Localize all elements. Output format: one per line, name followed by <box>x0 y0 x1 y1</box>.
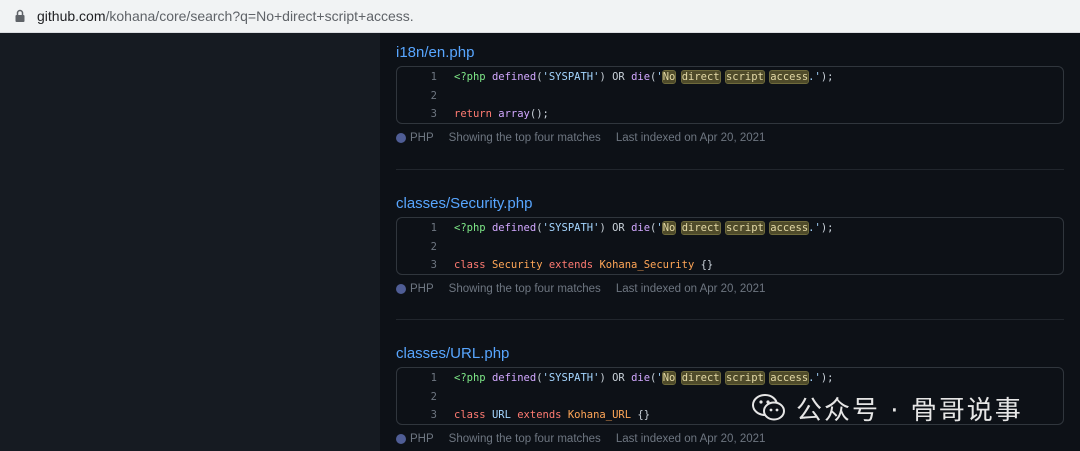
code-text: <?php defined('SYSPATH') OR die('No dire… <box>454 70 834 85</box>
result-file-link[interactable]: classes/Security.php <box>396 194 1064 214</box>
search-result: i18n/en.php 1 <?php defined('SYSPATH') O… <box>396 43 1064 147</box>
line-number[interactable]: 2 <box>397 391 437 403</box>
match-highlight: script <box>724 70 765 85</box>
match-highlight: No <box>661 70 677 85</box>
language-color-dot <box>396 284 406 294</box>
code-line: 1 <?php defined('SYSPATH') OR die('No di… <box>397 68 1063 87</box>
code-line: 3 class Security extends Kohana_Security… <box>397 256 1063 275</box>
code-text: class URL extends Kohana_URL {} <box>454 409 651 422</box>
line-number[interactable]: 1 <box>397 222 437 234</box>
match-highlight: direct <box>680 221 721 236</box>
line-number[interactable]: 1 <box>397 372 437 384</box>
lock-icon[interactable] <box>14 9 26 23</box>
matches-label: Showing the top four matches <box>448 283 601 295</box>
match-highlight: direct <box>680 371 721 386</box>
match-highlight: access <box>769 221 810 236</box>
code-snippet: 1 <?php defined('SYSPATH') OR die('No di… <box>396 217 1064 275</box>
match-highlight: script <box>724 371 765 386</box>
url-text[interactable]: github.com/kohana/core/search?q=No+direc… <box>37 7 414 25</box>
match-highlight: No <box>661 371 677 386</box>
matches-label: Showing the top four matches <box>448 433 601 445</box>
code-line: 3 return array(); <box>397 105 1063 124</box>
line-number[interactable]: 2 <box>397 90 437 102</box>
language-label: PHP <box>410 283 434 295</box>
line-number[interactable]: 3 <box>397 409 437 421</box>
code-line: 2 <box>397 87 1063 106</box>
code-line: 2 <box>397 238 1063 257</box>
code-text: class Security extends Kohana_Security {… <box>454 259 714 272</box>
result-meta: PHP Showing the top four matches Last in… <box>396 430 1064 448</box>
language-color-dot <box>396 434 406 444</box>
result-divider <box>396 169 1064 170</box>
sidebar <box>0 33 380 451</box>
match-highlight: access <box>769 371 810 386</box>
match-highlight: No <box>661 221 677 236</box>
match-highlight: script <box>724 221 765 236</box>
wechat-icon <box>752 394 785 421</box>
indexed-label: Last indexed on Apr 20, 2021 <box>615 283 766 295</box>
url-host: github.com <box>37 8 106 24</box>
result-meta: PHP Showing the top four matches Last in… <box>396 129 1064 147</box>
match-highlight: direct <box>680 70 721 85</box>
line-number[interactable]: 2 <box>397 241 437 253</box>
matches-label: Showing the top four matches <box>448 132 601 144</box>
code-text: <?php defined('SYSPATH') OR die('No dire… <box>454 221 834 236</box>
search-result: classes/Security.php 1 <?php defined('SY… <box>396 194 1064 298</box>
result-meta: PHP Showing the top four matches Last in… <box>396 280 1064 298</box>
line-number[interactable]: 3 <box>397 259 437 271</box>
code-line: 1 <?php defined('SYSPATH') OR die('No di… <box>397 219 1063 238</box>
result-file-link[interactable]: i18n/en.php <box>396 43 1064 63</box>
indexed-label: Last indexed on Apr 20, 2021 <box>615 433 766 445</box>
result-file-link[interactable]: classes/URL.php <box>396 344 1064 364</box>
watermark: 公众号 · 骨哥说事 <box>752 390 1023 426</box>
indexed-label: Last indexed on Apr 20, 2021 <box>615 132 766 144</box>
result-divider <box>396 319 1064 320</box>
address-bar[interactable]: github.com/kohana/core/search?q=No+direc… <box>0 0 1080 33</box>
code-text: return array(); <box>454 108 549 121</box>
language-color-dot <box>396 133 406 143</box>
code-text: <?php defined('SYSPATH') OR die('No dire… <box>454 371 834 386</box>
match-highlight: access <box>769 70 810 85</box>
watermark-text: 公众号 · 骨哥说事 <box>796 395 1023 426</box>
code-line: 1 <?php defined('SYSPATH') OR die('No di… <box>397 369 1063 388</box>
line-number[interactable]: 3 <box>397 108 437 120</box>
code-snippet: 1 <?php defined('SYSPATH') OR die('No di… <box>396 66 1064 124</box>
line-number[interactable]: 1 <box>397 71 437 83</box>
url-path: /kohana/core/search?q=No+direct+script+a… <box>105 8 414 24</box>
language-label: PHP <box>410 132 434 144</box>
language-label: PHP <box>410 433 434 445</box>
